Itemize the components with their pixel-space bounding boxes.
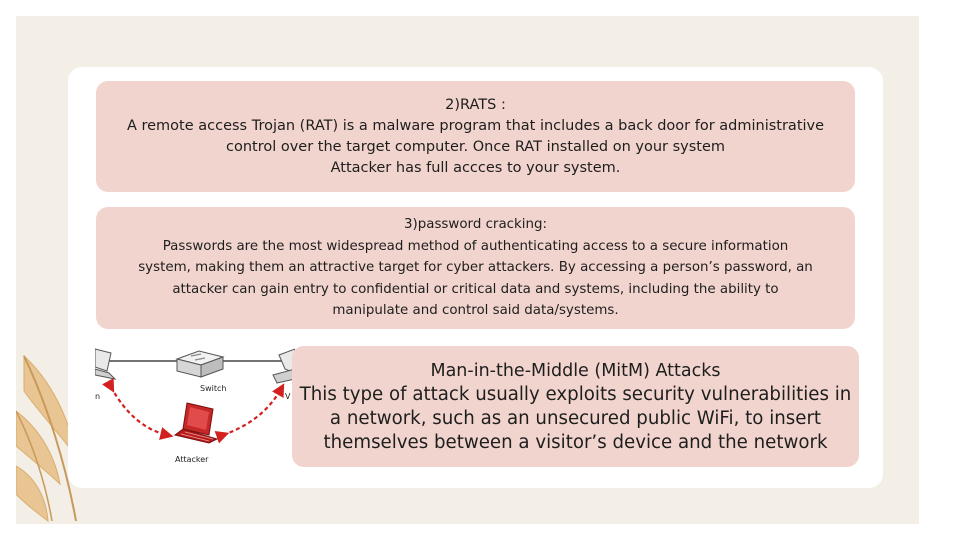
mitm-network-diagram: n Switch V Attacker xyxy=(95,339,295,469)
password-text-line: attacker can gain entry to confidential … xyxy=(172,281,779,297)
password-text-line: Passwords are the most widespread method… xyxy=(162,238,789,254)
rats-heading: 2)RATS : xyxy=(445,96,506,113)
intercept-arrow xyxy=(102,378,174,440)
left-device-label: n xyxy=(95,392,100,401)
right-device-label: V xyxy=(285,392,291,401)
intercept-arrow xyxy=(214,383,285,444)
mitm-text-line: themselves between a visitor’s device an… xyxy=(323,431,828,453)
laptop-icon xyxy=(173,402,219,444)
switch-label: Switch xyxy=(200,384,226,393)
rats-text-line: control over the target computer. Once R… xyxy=(225,138,726,155)
password-cracking-box: 3)password cracking: Passwords are the m… xyxy=(96,207,855,329)
mitm-text-line: a network, such as an unsecured public W… xyxy=(329,407,822,429)
rats-text-line: Attacker has full accces to your system. xyxy=(330,159,621,176)
attacker-label: Attacker xyxy=(175,455,209,464)
mitm-box: Man-in-the-Middle (MitM) Attacks This ty… xyxy=(292,346,859,467)
rats-box: 2)RATS : A remote access Trojan (RAT) is… xyxy=(96,81,855,192)
password-text-line: manipulate and control said data/systems… xyxy=(332,303,619,319)
rats-text-line: A remote access Trojan (RAT) is a malwar… xyxy=(126,117,825,134)
laptop-icon xyxy=(95,348,117,380)
mitm-text-line: This type of attack usually exploits sec… xyxy=(299,383,852,405)
password-heading: 3)password cracking: xyxy=(404,217,547,233)
network-switch-icon xyxy=(175,350,225,378)
mitm-heading: Man-in-the-Middle (MitM) Attacks xyxy=(430,360,721,381)
password-text-line: system, making them an attractive target… xyxy=(138,260,813,276)
slide: 2)RATS : A remote access Trojan (RAT) is… xyxy=(16,16,919,524)
